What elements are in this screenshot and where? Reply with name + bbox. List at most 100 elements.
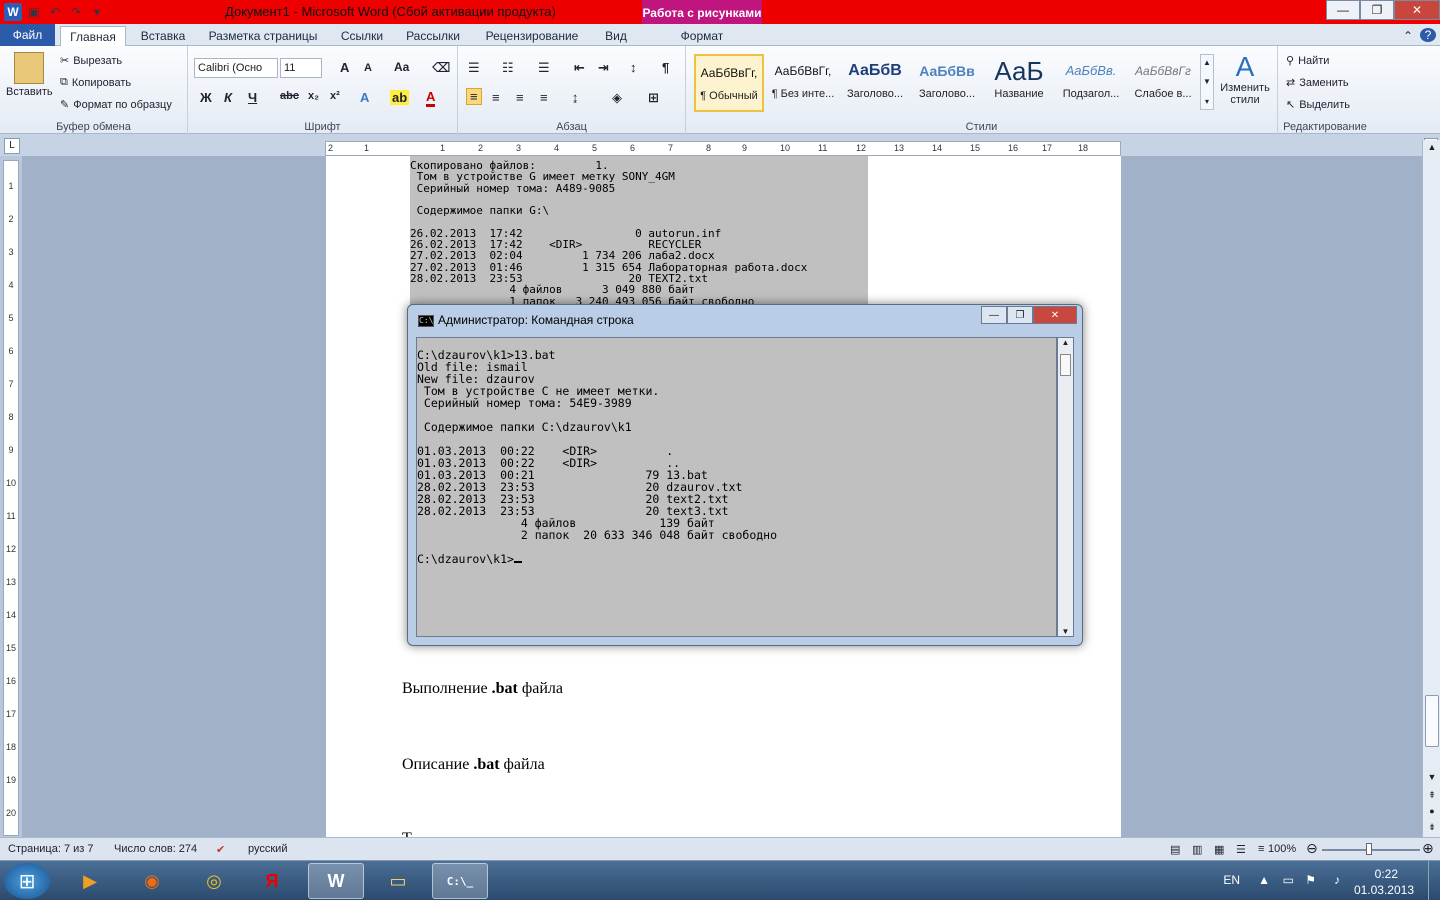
clear-format-icon[interactable]: ⌫ bbox=[432, 60, 450, 76]
decrease-indent-icon[interactable]: ⇤ bbox=[574, 60, 585, 76]
redo-icon[interactable]: ↷ bbox=[67, 3, 85, 21]
spellcheck-icon[interactable]: ✔ bbox=[216, 843, 225, 856]
scroll-up-icon[interactable]: ▲ bbox=[1425, 142, 1439, 156]
word-task-icon[interactable]: W bbox=[308, 863, 364, 899]
tab-format[interactable]: Формат bbox=[650, 26, 754, 46]
style-no-spacing[interactable]: АаБбВвГг, ¶ Без инте... bbox=[768, 54, 838, 112]
close-button[interactable]: ✕ bbox=[1394, 0, 1440, 20]
save-icon[interactable]: ▣ bbox=[25, 3, 43, 21]
network-icon[interactable]: ▭ bbox=[1283, 873, 1294, 887]
cmd-scroll-thumb[interactable] bbox=[1060, 354, 1071, 376]
tab-file[interactable]: Файл bbox=[0, 24, 55, 46]
cmd-scroll-up-icon[interactable]: ▲ bbox=[1058, 338, 1073, 347]
cmd-scrollbar[interactable]: ▲ ▼ bbox=[1057, 337, 1074, 637]
flag-icon[interactable]: ⚑ bbox=[1305, 873, 1316, 887]
embedded-cmd-screenshot[interactable]: Скопировано файлов: 1. Том в устройстве … bbox=[410, 156, 868, 306]
scroll-down-icon[interactable]: ▼ bbox=[1425, 772, 1439, 786]
undo-icon[interactable]: ↶ bbox=[46, 3, 64, 21]
find-button[interactable]: ⚲ Найти bbox=[1286, 54, 1329, 68]
firefox-icon[interactable]: ◉ bbox=[124, 863, 180, 899]
view-web-icon[interactable]: ▦ bbox=[1214, 843, 1224, 856]
style-subtle-emphasis[interactable]: АаБбВвГг Слабое в... bbox=[1128, 54, 1198, 112]
font-size-select[interactable]: 11 bbox=[280, 58, 322, 78]
subscript-icon[interactable]: x₂ bbox=[308, 90, 319, 102]
next-page-icon[interactable]: ⇟ bbox=[1425, 822, 1439, 834]
style-heading-2[interactable]: АаБбВв Заголово... bbox=[912, 54, 982, 112]
zoom-out-icon[interactable]: ⊖ bbox=[1306, 840, 1318, 857]
page-count[interactable]: Страница: 7 из 7 bbox=[8, 843, 94, 855]
cmd-minimize-button[interactable]: — bbox=[981, 306, 1007, 324]
bullets-icon[interactable]: ☰ bbox=[468, 60, 480, 76]
align-right-icon[interactable]: ≡ bbox=[516, 90, 524, 105]
view-reading-icon[interactable]: ▥ bbox=[1192, 843, 1202, 856]
cmd-console[interactable]: C:\dzaurov\k1>13.bat Old file: ismail Ne… bbox=[416, 337, 1057, 637]
word-logo-icon[interactable]: W bbox=[4, 3, 22, 21]
view-draft-icon[interactable]: ≡ bbox=[1258, 843, 1264, 855]
tab-mailings[interactable]: Рассылки bbox=[400, 26, 466, 46]
ribbon-minimize-icon[interactable]: ⌃ bbox=[1400, 26, 1416, 46]
explorer-icon[interactable]: ▭ bbox=[370, 863, 426, 899]
paste-button[interactable]: Вставить bbox=[6, 52, 53, 98]
tab-home[interactable]: Главная bbox=[60, 26, 126, 47]
replace-button[interactable]: ⇄ Заменить bbox=[1286, 76, 1349, 90]
cmd-close-button[interactable]: ✕ bbox=[1033, 306, 1077, 324]
line-spacing-icon[interactable]: ↨ bbox=[572, 90, 579, 105]
increase-indent-icon[interactable]: ⇥ bbox=[598, 60, 609, 76]
highlight-icon[interactable]: ab bbox=[390, 90, 410, 105]
align-center-icon[interactable]: ≡ bbox=[492, 90, 500, 105]
help-icon[interactable]: ? bbox=[1420, 28, 1436, 42]
borders-icon[interactable]: ⊞ bbox=[648, 90, 659, 106]
style-subtitle[interactable]: АаБбВв. Подзагол... bbox=[1056, 54, 1126, 112]
select-button[interactable]: ↖ Выделить bbox=[1286, 98, 1350, 112]
cut-button[interactable]: ✂ Вырезать bbox=[60, 54, 122, 68]
prev-page-icon[interactable]: ⇞ bbox=[1425, 790, 1439, 804]
tab-insert[interactable]: Вставка bbox=[136, 26, 190, 46]
underline-icon[interactable]: Ч bbox=[248, 90, 257, 105]
word-count[interactable]: Число слов: 274 bbox=[114, 843, 197, 855]
style-normal[interactable]: АаБбВвГг, ¶ Обычный bbox=[694, 54, 764, 112]
cmd-window[interactable]: C:\ Администратор: Командная строка — ❐ … bbox=[407, 304, 1083, 646]
change-case-icon[interactable]: Aa bbox=[394, 60, 409, 74]
numbering-icon[interactable]: ☷ bbox=[502, 60, 514, 76]
yandex-icon[interactable]: Я bbox=[244, 863, 300, 899]
horizontal-ruler[interactable]: 2 1 1 2 3 4 5 6 7 8 9 10 11 12 13 14 15 … bbox=[325, 141, 1121, 156]
zoom-slider-thumb[interactable] bbox=[1366, 843, 1372, 855]
superscript-icon[interactable]: x² bbox=[330, 90, 340, 102]
justify-icon[interactable]: ≡ bbox=[540, 90, 548, 105]
zoom-in-icon[interactable]: ⊕ bbox=[1422, 840, 1434, 857]
chrome-icon[interactable]: ◎ bbox=[186, 863, 242, 899]
clock-date[interactable]: 01.03.2013 bbox=[1354, 883, 1414, 897]
tab-references[interactable]: Ссылки bbox=[334, 26, 390, 46]
text-effects-icon[interactable]: A bbox=[360, 90, 369, 105]
maximize-button[interactable]: ❐ bbox=[1360, 0, 1394, 20]
customize-icon[interactable]: ▾ bbox=[88, 3, 106, 21]
scroll-thumb[interactable] bbox=[1425, 695, 1439, 747]
style-title[interactable]: АаБ Название bbox=[984, 54, 1054, 112]
shading-icon[interactable]: ◈ bbox=[612, 90, 622, 106]
cmd-task-icon[interactable]: C:\_ bbox=[432, 863, 488, 899]
font-name-select[interactable]: Calibri (Осно bbox=[194, 58, 278, 78]
grow-font-icon[interactable]: A bbox=[340, 60, 349, 75]
show-desktop-button[interactable] bbox=[1428, 861, 1440, 900]
align-left-icon[interactable]: ≡ bbox=[466, 88, 482, 105]
volume-icon[interactable]: ♪ bbox=[1334, 873, 1340, 887]
copy-button[interactable]: ⧉ Копировать bbox=[60, 76, 131, 89]
multilevel-list-icon[interactable]: ☰ bbox=[538, 60, 550, 76]
style-heading-1[interactable]: АаБбВ Заголово... bbox=[840, 54, 910, 112]
language[interactable]: русский bbox=[248, 843, 287, 855]
shrink-font-icon[interactable]: A bbox=[364, 62, 372, 74]
strikethrough-icon[interactable]: abc bbox=[280, 90, 299, 102]
styles-scroll[interactable]: ▲ ▼ ▾ bbox=[1200, 54, 1214, 110]
vertical-ruler[interactable]: 1 2 3 4 5 6 7 8 9 10 11 12 13 14 15 16 1… bbox=[3, 160, 19, 836]
clock-time[interactable]: 0:22 bbox=[1375, 867, 1398, 881]
format-painter-button[interactable]: ✎ Формат по образцу bbox=[60, 98, 172, 112]
input-language[interactable]: EN bbox=[1223, 873, 1240, 887]
tab-view[interactable]: Вид bbox=[596, 26, 636, 46]
pilcrow-icon[interactable]: ¶ bbox=[662, 60, 669, 75]
change-styles-button[interactable]: A Изменить стили bbox=[1218, 52, 1272, 107]
paragraph-partial[interactable]: Т bbox=[402, 830, 412, 837]
bold-icon[interactable]: Ж bbox=[200, 90, 212, 105]
paragraph-run-bat[interactable]: Выполнение .bat файла bbox=[402, 680, 563, 698]
tab-page-layout[interactable]: Разметка страницы bbox=[200, 26, 326, 46]
sort-icon[interactable]: ↕ bbox=[630, 60, 637, 75]
